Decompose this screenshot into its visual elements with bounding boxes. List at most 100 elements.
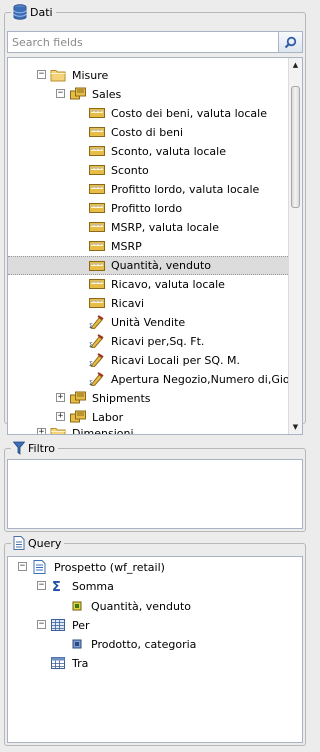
- measure-icon: [89, 241, 105, 251]
- query-title: Query: [28, 536, 62, 550]
- tree-item-field-label: MSRP, valuta locale: [111, 221, 219, 234]
- tree-item-field-label: Sconto: [111, 164, 149, 177]
- tree-item-field[interactable]: Quantità, venduto: [8, 256, 288, 275]
- tree-item-field-label: Profitto lordo: [111, 202, 183, 215]
- tree-item-field-label: Quantità, venduto: [111, 259, 212, 272]
- collapse-toggle[interactable]: −: [56, 89, 65, 98]
- query-tra[interactable]: Tra: [8, 654, 302, 673]
- dati-panel: Dati −Misure−SalesCosto dei beni, valuta…: [4, 3, 306, 435]
- tree-item-field-label: Costo dei beni, valuta locale: [111, 107, 267, 120]
- query-per-item-label: Prodotto, categoria: [91, 638, 197, 651]
- tree-item-computed-field[interactable]: Σ Ricavi Locali per SQ. M.: [8, 351, 288, 370]
- collapse-toggle[interactable]: −: [37, 70, 46, 79]
- filter-drop-area[interactable]: [7, 459, 303, 529]
- query-panel: Query − Prospetto (wf_retail) − Σ Somma Quant…: [4, 534, 306, 746]
- tree-item-computed-field-label: Ricavi per,Sq. Ft.: [111, 335, 205, 348]
- by-grid-icon: [51, 619, 65, 631]
- tree-item-field[interactable]: Costo dei beni, valuta locale: [8, 104, 288, 123]
- svg-text:Σ: Σ: [89, 380, 93, 386]
- search-input[interactable]: [8, 32, 278, 52]
- measure-icon: [89, 222, 105, 232]
- database-icon: [13, 4, 27, 20]
- filtro-title: Filtro: [28, 441, 55, 455]
- collapse-toggle[interactable]: −: [37, 581, 46, 590]
- dati-legend: Dati: [11, 3, 56, 21]
- tree-item-misure-label: Misure: [72, 69, 109, 82]
- computed-field-icon: Σ: [89, 372, 104, 386]
- measure-icon: [89, 279, 105, 289]
- query-per-item[interactable]: Prodotto, categoria: [8, 635, 302, 654]
- scroll-down-button[interactable]: ▼: [289, 420, 302, 434]
- computed-field-icon: Σ: [89, 315, 104, 329]
- measure-group-icon: [70, 410, 86, 423]
- measure-icon: [89, 127, 105, 137]
- tree-item-field[interactable]: Ricavo, valuta locale: [8, 275, 288, 294]
- filtro-panel: Filtro: [4, 439, 306, 532]
- expand-toggle[interactable]: +: [37, 428, 46, 434]
- scroll-thumb[interactable]: [291, 86, 300, 208]
- query-tra-label: Tra: [72, 657, 89, 670]
- folder-icon: [50, 70, 66, 82]
- tree-item-field[interactable]: Sconto: [8, 161, 288, 180]
- collapse-toggle[interactable]: −: [18, 562, 27, 571]
- search-button[interactable]: [278, 32, 302, 52]
- query-per[interactable]: − Per: [8, 616, 302, 635]
- tree-item-computed-field[interactable]: Σ Unità Vendite: [8, 313, 288, 332]
- scroll-up-button[interactable]: ▲: [289, 58, 302, 72]
- svg-text:Σ: Σ: [89, 342, 93, 348]
- tree-item-field[interactable]: Ricavi: [8, 294, 288, 313]
- tree-item-shipments-label: Shipments: [92, 392, 151, 405]
- measure-icon: [89, 298, 105, 308]
- tree-item-computed-field-label: Unità Vendite: [111, 316, 186, 329]
- fields-tree[interactable]: − Misure − Sales Costo dei beni, valuta loca…: [7, 57, 303, 435]
- measure-icon: [89, 184, 105, 194]
- fields-scrollbar[interactable]: ▲ ▼: [288, 58, 302, 434]
- computed-field-icon: Σ: [89, 353, 104, 367]
- report-icon: [33, 560, 46, 574]
- tree-item-labor-label: Labor: [92, 411, 124, 424]
- tree-item-field[interactable]: Costo di beni: [8, 123, 288, 142]
- query-somma-item-label: Quantità, venduto: [91, 600, 192, 613]
- tree-item-field-label: Ricavo, valuta locale: [111, 278, 225, 291]
- measure-icon: [89, 203, 105, 213]
- tree-item-field[interactable]: Sconto, valuta locale: [8, 142, 288, 161]
- tree-item-dimensioni-label: Dimensioni: [72, 427, 134, 434]
- measure-icon: [89, 165, 105, 175]
- expand-toggle[interactable]: +: [56, 412, 65, 421]
- svg-text:Σ: Σ: [89, 361, 93, 367]
- tree-item-field[interactable]: MSRP: [8, 237, 288, 256]
- tree-item-computed-field[interactable]: Σ Apertura Negozio,Numero di,Giorni Ap: [8, 370, 288, 389]
- computed-field-icon: Σ: [89, 334, 104, 348]
- tree-item-field[interactable]: Profitto lordo, valuta locale: [8, 180, 288, 199]
- dimension-field-icon: [72, 639, 82, 649]
- query-root[interactable]: − Prospetto (wf_retail): [8, 558, 302, 577]
- tree-item-misure[interactable]: − Misure: [8, 66, 288, 85]
- query-somma-item[interactable]: Quantità, venduto: [8, 597, 302, 616]
- measure-group-icon: [70, 391, 86, 404]
- measure-field-icon: [72, 601, 82, 611]
- dati-title: Dati: [30, 5, 53, 19]
- search-bar: [7, 31, 303, 53]
- tree-item-dimensioni[interactable]: + Dimensioni: [8, 424, 288, 434]
- document-icon: [13, 536, 25, 550]
- tree-item-field-label: Costo di beni: [111, 126, 183, 139]
- expand-toggle[interactable]: +: [56, 393, 65, 402]
- query-tree[interactable]: − Prospetto (wf_retail) − Σ Somma Quantità, v…: [7, 556, 303, 743]
- tree-item-field-label: Profitto lordo, valuta locale: [111, 183, 260, 196]
- tree-item-sales-label: Sales: [92, 88, 122, 101]
- measure-icon: [89, 146, 105, 156]
- measure-group-icon: [70, 87, 86, 100]
- tree-item-sales[interactable]: − Sales: [8, 85, 288, 104]
- query-somma[interactable]: − Σ Somma: [8, 577, 302, 596]
- collapse-toggle[interactable]: −: [37, 620, 46, 629]
- tree-item-field-label: Sconto, valuta locale: [111, 145, 226, 158]
- measure-icon: [89, 108, 105, 118]
- tree-item-field[interactable]: MSRP, valuta locale: [8, 218, 288, 237]
- across-grid-icon: [51, 657, 65, 669]
- tree-item-field[interactable]: Profitto lordo: [8, 199, 288, 218]
- measure-icon: [89, 261, 105, 271]
- filtro-legend: Filtro: [11, 439, 58, 457]
- tree-item-shipments[interactable]: + Shipments: [8, 389, 288, 408]
- tree-item-field-label: Ricavi: [111, 297, 145, 310]
- tree-item-computed-field[interactable]: Σ Ricavi per,Sq. Ft.: [8, 332, 288, 351]
